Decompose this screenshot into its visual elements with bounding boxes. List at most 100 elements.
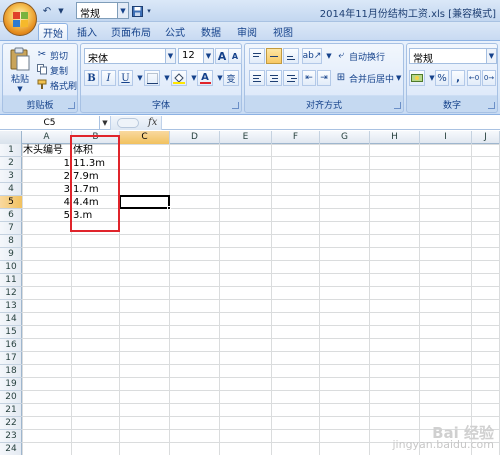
row-header-21[interactable]: 21 [0, 404, 22, 417]
row-header-18[interactable]: 18 [0, 365, 22, 378]
name-box[interactable]: C5 [0, 116, 100, 130]
phonetic-button[interactable]: 变 [223, 70, 239, 86]
row-header-12[interactable]: 12 [0, 287, 22, 300]
row-header-8[interactable]: 8 [0, 235, 22, 248]
alignment-launcher-icon[interactable] [394, 102, 401, 109]
font-launcher-icon[interactable] [232, 102, 239, 109]
formula-divider-handle[interactable] [117, 118, 139, 128]
increase-indent-button[interactable]: ⇥ [317, 70, 331, 86]
column-header-j[interactable]: J [472, 131, 500, 144]
number-launcher-icon[interactable] [488, 102, 495, 109]
align-left-button[interactable] [249, 70, 265, 86]
align-top-button[interactable] [249, 48, 265, 64]
align-middle-button[interactable] [266, 48, 282, 64]
row-header-6[interactable]: 6 [0, 209, 22, 222]
quick-style-combo[interactable]: 常规 [76, 2, 118, 20]
column-header-c[interactable]: C [120, 131, 170, 144]
tab-data[interactable]: 数据 [196, 23, 226, 40]
format-painter-button[interactable]: 格式刷 [36, 77, 77, 93]
active-cell-outline[interactable] [119, 195, 170, 209]
formula-input[interactable] [162, 116, 500, 130]
column-header-f[interactable]: F [272, 131, 320, 144]
decrease-decimal-button[interactable]: 0→ [482, 70, 496, 86]
row-header-22[interactable]: 22 [0, 417, 22, 430]
cell-a6[interactable]: 5 [22, 209, 72, 222]
tab-review[interactable]: 审阅 [232, 23, 262, 40]
underline-button[interactable]: U [118, 70, 133, 86]
name-box-dropdown-icon[interactable]: ▼ [100, 116, 110, 130]
font-color-button[interactable]: A [197, 70, 213, 86]
row-header-2[interactable]: 2 [0, 157, 22, 170]
orientation-button[interactable]: ab↗ [302, 48, 322, 64]
orientation-dropdown-icon[interactable]: ▼ [322, 48, 336, 64]
row-header-4[interactable]: 4 [0, 183, 22, 196]
clipboard-launcher-icon[interactable] [68, 102, 75, 109]
quick-style-dropdown-icon[interactable]: ▼ [118, 2, 129, 19]
cell-b6[interactable]: 3.m [72, 209, 120, 222]
shrink-font-button[interactable]: A [228, 48, 242, 64]
bold-button[interactable]: B [84, 70, 99, 86]
row-header-1[interactable]: 1 [0, 144, 22, 157]
cell-b1[interactable]: 体积 [72, 144, 120, 157]
comma-button[interactable]: , [451, 70, 465, 86]
align-bottom-button[interactable] [283, 48, 299, 64]
row-header-24[interactable]: 24 [0, 443, 22, 455]
row-header-23[interactable]: 23 [0, 430, 22, 443]
row-header-10[interactable]: 10 [0, 261, 22, 274]
font-size-dropdown-icon[interactable]: ▼ [204, 48, 214, 64]
italic-button[interactable]: I [101, 70, 116, 86]
fill-color-button[interactable] [171, 70, 187, 86]
font-name-dropdown-icon[interactable]: ▼ [166, 48, 176, 64]
insert-function-button[interactable]: fx [148, 116, 157, 130]
column-header-d[interactable]: D [170, 131, 220, 144]
column-header-i[interactable]: I [420, 131, 472, 144]
undo-icon[interactable]: ↶ [40, 3, 54, 19]
increase-decimal-button[interactable]: ←0 [467, 70, 481, 86]
column-header-a[interactable]: A [22, 131, 72, 144]
font-name-combo[interactable]: 宋体 [84, 48, 166, 64]
row-header-19[interactable]: 19 [0, 378, 22, 391]
font-size-combo[interactable]: 12 [178, 48, 204, 64]
undo-dropdown-icon[interactable]: ▼ [56, 3, 66, 19]
select-all-button[interactable] [0, 131, 22, 144]
align-right-button[interactable] [283, 70, 299, 86]
cell-a3[interactable]: 2 [22, 170, 72, 183]
row-header-20[interactable]: 20 [0, 391, 22, 404]
wrap-text-button[interactable]: ⤶ 自动换行 [335, 48, 385, 64]
align-center-button[interactable] [266, 70, 282, 86]
customize-quick-access-icon[interactable]: ▾ [144, 3, 154, 19]
row-header-16[interactable]: 16 [0, 339, 22, 352]
tab-page-layout[interactable]: 页面布局 [108, 23, 154, 40]
cell-a5[interactable]: 4 [22, 196, 72, 209]
percent-button[interactable]: % [435, 70, 449, 86]
row-header-5[interactable]: 5 [0, 196, 22, 209]
cell-b4[interactable]: 1.7m [72, 183, 120, 196]
number-format-combo[interactable]: 常规 [409, 48, 487, 64]
tab-formulas[interactable]: 公式 [160, 23, 190, 40]
cells-area[interactable]: 木头编号 体积 1 11.3m 2 7.9m 3 1.7m 4 4.4m 5 3.m [22, 144, 500, 455]
cell-b5[interactable]: 4.4m [72, 196, 120, 209]
decrease-indent-button[interactable]: ⇤ [302, 70, 316, 86]
row-header-3[interactable]: 3 [0, 170, 22, 183]
column-header-e[interactable]: E [220, 131, 272, 144]
row-header-15[interactable]: 15 [0, 326, 22, 339]
row-header-7[interactable]: 7 [0, 222, 22, 235]
column-header-b[interactable]: B [72, 131, 120, 144]
currency-button[interactable] [409, 70, 425, 86]
borders-button[interactable] [144, 70, 160, 86]
column-header-h[interactable]: H [370, 131, 420, 144]
cell-b2[interactable]: 11.3m [72, 157, 120, 170]
cell-a1[interactable]: 木头编号 [22, 144, 72, 157]
office-button[interactable] [3, 2, 37, 36]
row-header-13[interactable]: 13 [0, 300, 22, 313]
fill-handle[interactable] [167, 206, 171, 210]
tab-insert[interactable]: 插入 [72, 23, 102, 40]
paste-button[interactable]: 粘贴 ▼ [7, 47, 33, 95]
tab-view[interactable]: 视图 [268, 23, 298, 40]
grow-font-button[interactable]: A [215, 48, 229, 64]
copy-button[interactable]: 复制 [36, 62, 68, 78]
cell-a4[interactable]: 3 [22, 183, 72, 196]
merge-center-button[interactable]: ⊞ 合并后居中 ▼ [335, 70, 402, 86]
row-header-9[interactable]: 9 [0, 248, 22, 261]
save-icon[interactable] [130, 3, 144, 19]
